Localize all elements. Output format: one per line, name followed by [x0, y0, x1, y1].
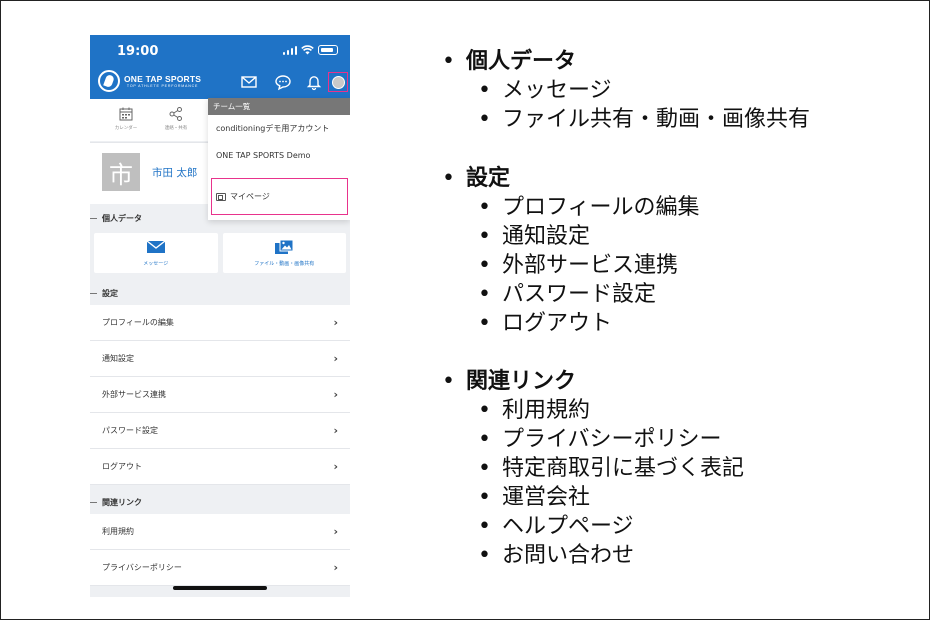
outline-group-settings: 設定 プロフィールの編集 通知設定 外部サービス連携 パスワード設定 ログアウト [442, 165, 700, 338]
menu-item-notifications[interactable]: 通知設定 › [90, 341, 350, 377]
menu-item-password[interactable]: パスワード設定 › [90, 413, 350, 449]
menu-item-logout[interactable]: ログアウト › [90, 449, 350, 485]
outline-item: 利用規約 [442, 396, 744, 425]
outline-group-personal: 個人データ メッセージ ファイル共有・動画・画像共有 [442, 48, 810, 134]
chevron-right-icon: › [333, 388, 338, 401]
tile-label: メッセージ [143, 261, 169, 267]
chevron-right-icon: › [333, 424, 338, 437]
dropdown-header: チーム一覧 [208, 98, 350, 115]
quick-nav-share[interactable]: 連絡・共有 [152, 99, 200, 141]
app-logo[interactable]: ONE TAP SPORTS TOP ATHLETE PERFORMANCE [98, 70, 201, 92]
menu-item-label: プロフィールの編集 [102, 318, 174, 327]
chevron-right-icon: › [333, 460, 338, 473]
messages-tile[interactable]: メッセージ [94, 233, 218, 273]
mypage-label: マイページ [230, 192, 270, 201]
chevron-right-icon: › [333, 561, 338, 574]
personal-tiles: メッセージ ファイル・動画・画像共有 [94, 233, 346, 273]
bell-icon[interactable] [305, 73, 323, 91]
settings-list: プロフィールの編集 › 通知設定 › 外部サービス連携 › パスワード設定 › ログアウ… [90, 305, 350, 485]
outline-item: 運営会社 [442, 483, 744, 512]
media-share-tile[interactable]: ファイル・動画・画像共有 [222, 233, 346, 273]
outline-item: お問い合わせ [442, 541, 744, 570]
menu-item-label: プライバシーポリシー [102, 563, 182, 572]
menu-item-label: 通知設定 [102, 354, 134, 363]
envelope-icon [146, 240, 166, 253]
chevron-right-icon: › [333, 316, 338, 329]
outline-item: プロフィールの編集 [442, 193, 700, 222]
logo-mark-icon [98, 70, 120, 92]
phone-screen: 19:00 ONE TAP SPORTS TOP ATHLETE PERFORM… [90, 35, 350, 597]
status-bar: 19:00 [90, 35, 350, 65]
menu-item-label: 外部サービス連携 [102, 390, 166, 399]
app-header: ONE TAP SPORTS TOP ATHLETE PERFORMANCE [90, 65, 350, 99]
menu-item-label: ログアウト [102, 462, 142, 471]
chevron-right-icon: › [333, 352, 338, 365]
quick-nav-label: 連絡・共有 [164, 126, 188, 131]
outline-item: ファイル共有・動画・画像共有 [442, 105, 810, 134]
profile-name[interactable]: 市田 太郎 [152, 165, 197, 180]
mail-icon[interactable] [240, 73, 258, 91]
outline-item: 外部サービス連携 [442, 251, 700, 280]
team-dropdown: チーム一覧 conditioningデモ用アカウント ONE TAP SPORT… [208, 98, 350, 220]
calendar-icon [119, 107, 133, 121]
mypage-menu-item[interactable]: マイページ [211, 178, 348, 215]
menu-item-external-services[interactable]: 外部サービス連携 › [90, 377, 350, 413]
section-settings: 設定 [90, 280, 350, 306]
chat-icon[interactable] [274, 73, 292, 91]
outline-item: メッセージ [442, 76, 810, 105]
home-indicator[interactable] [173, 586, 267, 590]
outline-item: パスワード設定 [442, 280, 700, 309]
media-icon [275, 239, 294, 254]
menu-item-label: パスワード設定 [102, 426, 158, 435]
outline-heading: 設定 [442, 165, 700, 193]
wifi-icon [301, 45, 314, 55]
logo-subtitle: TOP ATHLETE PERFORMANCE [126, 84, 199, 88]
outline-item: 特定商取引に基づく表記 [442, 454, 744, 483]
outline-heading: 関連リンク [442, 368, 744, 396]
status-time: 19:00 [117, 44, 159, 59]
avatar-icon [331, 75, 345, 89]
outline-item: ヘルプページ [442, 512, 744, 541]
share-icon [169, 107, 182, 121]
battery-icon [318, 45, 338, 55]
signal-icon [282, 45, 297, 55]
menu-item-edit-profile[interactable]: プロフィールの編集 › [90, 305, 350, 341]
outline-item: プライバシーポリシー [442, 425, 744, 454]
section-links: 関連リンク [90, 489, 350, 515]
outline-group-links: 関連リンク 利用規約 プライバシーポリシー 特定商取引に基づく表記 運営会社 ヘ… [442, 368, 744, 570]
id-card-icon [216, 192, 226, 201]
menu-item-label: 利用規約 [102, 527, 134, 536]
avatar: 市 [102, 153, 140, 191]
links-list: 利用規約 › プライバシーポリシー › [90, 514, 350, 586]
quick-nav-calendar[interactable]: カレンダー [102, 99, 150, 141]
menu-item-terms[interactable]: 利用規約 › [90, 514, 350, 550]
tile-label: ファイル・動画・画像共有 [254, 261, 315, 267]
menu-item-privacy[interactable]: プライバシーポリシー › [90, 550, 350, 586]
chevron-right-icon: › [333, 525, 338, 538]
dropdown-team-item[interactable]: conditioningデモ用アカウント [208, 115, 350, 142]
account-avatar-button[interactable] [328, 72, 348, 92]
outline-item: 通知設定 [442, 222, 700, 251]
outline-heading: 個人データ [442, 48, 810, 76]
dropdown-team-item[interactable]: ONE TAP SPORTS Demo [208, 142, 350, 169]
status-icons [282, 45, 338, 55]
logo-title: ONE TAP SPORTS [124, 74, 202, 84]
quick-nav-label: カレンダー [114, 126, 138, 131]
outline-item: ログアウト [442, 309, 700, 338]
